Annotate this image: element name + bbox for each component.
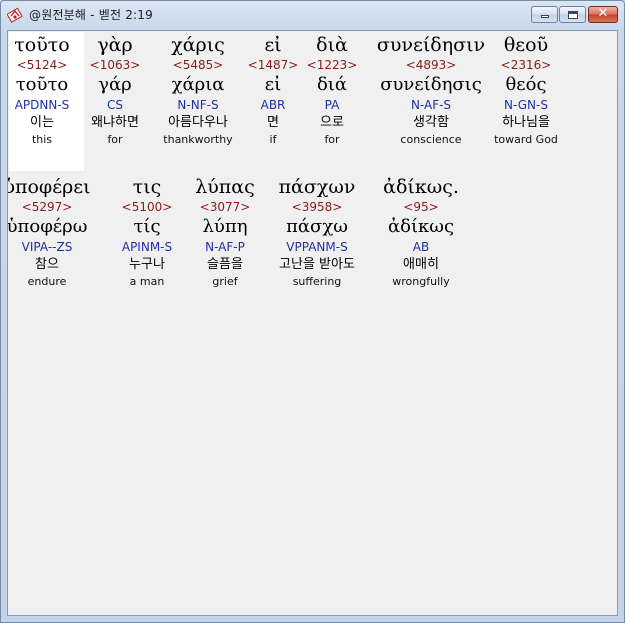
- english-gloss: a man: [129, 275, 165, 288]
- maximize-icon: [568, 11, 578, 19]
- strong-number: <5100>: [121, 200, 173, 214]
- parse-code: VPPANM-S: [286, 240, 348, 254]
- lemma: λύπη: [202, 216, 248, 237]
- korean-gloss: 슬픔을: [207, 257, 243, 272]
- greek-word: θεοῦ: [503, 34, 549, 56]
- korean-gloss: 애매히: [403, 257, 439, 272]
- korean-gloss: 생각함: [413, 115, 449, 130]
- strong-number: <4893>: [405, 58, 457, 72]
- strong-number: <3077>: [199, 200, 251, 214]
- korean-gloss: 누구나: [129, 257, 165, 272]
- greek-word: συνείδησιν: [376, 34, 486, 56]
- korean-gloss: 참으: [35, 257, 59, 272]
- lemma: διά: [316, 74, 348, 95]
- english-gloss: toward God: [494, 133, 558, 146]
- word-0-4[interactable]: διὰ <1223> διά PA 으로 for: [287, 33, 377, 148]
- parse-code: N-AF-S: [410, 98, 452, 112]
- korean-gloss: 왜냐하면: [91, 115, 139, 130]
- word-1-3[interactable]: πάσχων <3958> πάσχω VPPANM-S 고난을 받아도 suf…: [262, 175, 372, 290]
- korean-gloss: 으로: [320, 115, 344, 130]
- greek-word: τις: [132, 176, 162, 198]
- english-gloss: for: [107, 133, 123, 146]
- strong-number: <95>: [403, 200, 439, 214]
- korean-gloss: 하나님을: [502, 115, 550, 130]
- word-0-1[interactable]: γὰρ <1063> γάρ CS 왜냐하면 for: [70, 33, 160, 148]
- lemma: γάρ: [98, 74, 132, 95]
- minimize-button[interactable]: [531, 6, 558, 23]
- greek-word: λύπας: [195, 176, 255, 198]
- close-button[interactable]: ✕: [588, 6, 618, 23]
- english-gloss: wrongfully: [392, 275, 450, 288]
- interlinear-view[interactable]: τοῦτο <5124> τοῦτο APDNN-S 이는 this γὰρ <…: [7, 30, 618, 616]
- word-1-2[interactable]: λύπας <3077> λύπη N-AF-P 슬픔을 grief: [180, 175, 270, 290]
- greek-word: διὰ: [316, 34, 348, 56]
- strong-number: <5297>: [21, 200, 73, 214]
- app-logo-icon: [6, 7, 23, 23]
- window-title: @원전분해 - 벧전 2:19: [29, 8, 153, 22]
- lemma: πάσχω: [286, 216, 348, 237]
- english-gloss: for: [324, 133, 340, 146]
- strong-number: <1223>: [306, 58, 358, 72]
- parse-code: N-AF-P: [205, 240, 245, 254]
- strong-number: <3958>: [291, 200, 343, 214]
- english-gloss: endure: [27, 275, 67, 288]
- parse-code: PA: [324, 98, 340, 112]
- word-0-5[interactable]: συνείδησιν <4893> συνείδησις N-AF-S 생각함 …: [376, 33, 486, 148]
- lemma: ἀδίκως: [387, 216, 455, 237]
- app-window: @원전분해 - 벧전 2:19 ✕ τοῦτο <5124> τοῦτο APD…: [0, 0, 625, 623]
- lemma: συνείδησις: [380, 74, 482, 95]
- lemma: τίς: [133, 216, 161, 237]
- word-1-4[interactable]: ἀδίκως. <95> ἀδίκως AB 애매히 wrongfully: [376, 175, 466, 290]
- lemma: ὑποφέρω: [7, 216, 88, 237]
- strong-number: <1063>: [89, 58, 141, 72]
- parse-code: N-GN-S: [504, 98, 548, 112]
- lemma: θεός: [505, 74, 547, 95]
- word-1-1[interactable]: τις <5100> τίς APINM-S 누구나 a man: [102, 175, 192, 290]
- parse-code: CS: [107, 98, 123, 112]
- close-icon: ✕: [597, 6, 609, 21]
- english-gloss: suffering: [292, 275, 342, 288]
- english-gloss: conscience: [400, 133, 462, 146]
- word-1-0[interactable]: ὑποφέρει <5297> ὑποφέρω VIPA--ZS 참으 endu…: [7, 175, 92, 290]
- maximize-button[interactable]: [559, 6, 586, 23]
- greek-word: γὰρ: [97, 34, 133, 56]
- parse-code: VIPA--ZS: [21, 240, 73, 254]
- parse-code: APINM-S: [121, 240, 173, 254]
- word-0-6[interactable]: θεοῦ <2316> θεός N-GN-S 하나님을 toward God: [481, 33, 571, 148]
- strong-number: <2316>: [500, 58, 552, 72]
- greek-word: ὑποφέρει: [7, 176, 91, 198]
- minimize-icon: [541, 15, 549, 18]
- title-bar[interactable]: @원전분해 - 벧전 2:19 ✕: [1, 1, 624, 29]
- parse-code: AB: [412, 240, 430, 254]
- greek-word: πάσχων: [278, 176, 356, 198]
- greek-word: ἀδίκως.: [383, 176, 459, 198]
- korean-gloss: 고난을 받아도: [279, 257, 355, 272]
- english-gloss: grief: [212, 275, 238, 288]
